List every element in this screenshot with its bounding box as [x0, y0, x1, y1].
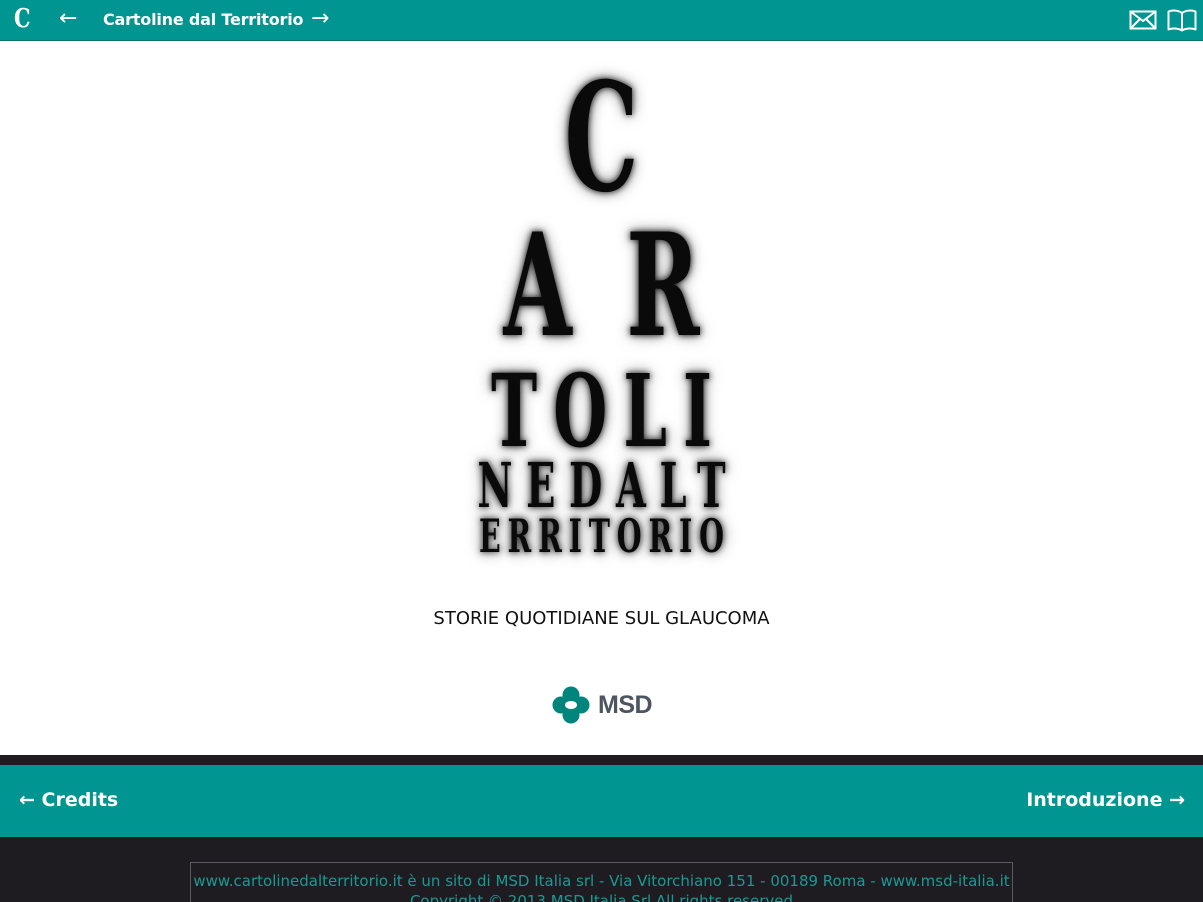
credits-link[interactable]: ← Credits	[19, 787, 118, 813]
footer-copyright: Copyright © 2013 MSD Italia Srl All righ…	[409, 892, 794, 902]
book-icon[interactable]	[1167, 8, 1197, 32]
msd-wordmark: MSD	[598, 691, 653, 719]
eye-chart-row: AR	[503, 203, 755, 369]
divider-band	[0, 755, 1203, 765]
subtitle: STORIE QUOTIDIANE SUL GLAUCOMA	[433, 608, 770, 629]
next-page-arrow[interactable]: →	[311, 6, 329, 32]
page-title: Cartoline dal Territorio	[103, 10, 304, 29]
eye-chart-row: C	[564, 50, 639, 226]
footer-site-info: www.cartolinedalterritorio.it è un sito …	[193, 872, 1010, 890]
top-bar: C ← Cartoline dal Territorio →	[0, 0, 1203, 41]
title-poster: C AR TOLI NEDALT ERRITORIO STORIE QUOTID…	[0, 41, 1203, 755]
footer: www.cartolinedalterritorio.it è un sito …	[0, 837, 1203, 902]
msd-emblem-icon	[552, 686, 590, 724]
mail-icon[interactable]	[1129, 8, 1157, 32]
bottom-navigation: ← Credits Introduzione →	[0, 765, 1203, 837]
eye-chart-row: ERRITORIO	[479, 509, 731, 563]
site-logo[interactable]: C	[14, 4, 31, 34]
eye-chart-row: TOLI	[490, 352, 729, 470]
msd-logo: MSD	[551, 685, 661, 725]
prev-page-arrow[interactable]: ←	[59, 6, 77, 32]
footer-info-box: www.cartolinedalterritorio.it è un sito …	[190, 862, 1013, 902]
introduzione-link[interactable]: Introduzione →	[1026, 787, 1185, 813]
